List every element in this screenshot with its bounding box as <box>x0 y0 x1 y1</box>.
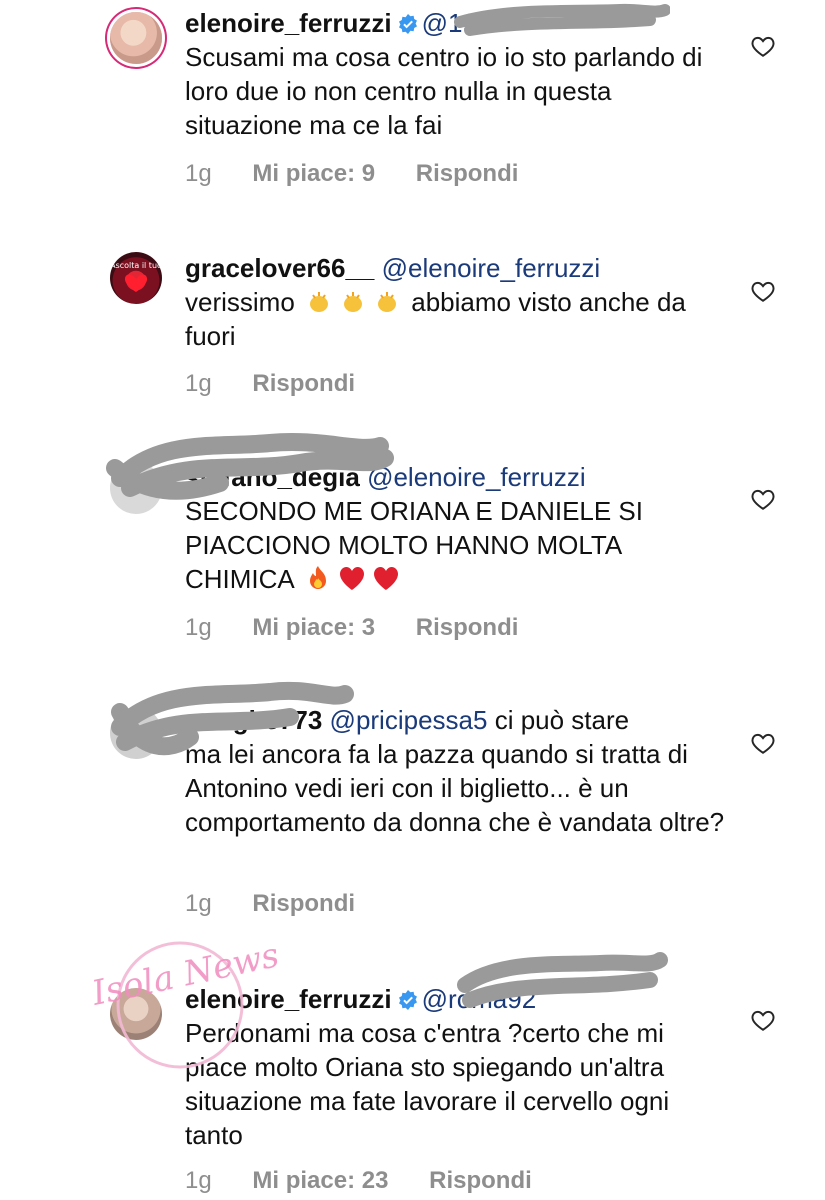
reply-button[interactable]: Rispondi <box>416 160 519 188</box>
comment-time: 1g <box>185 160 212 187</box>
comment-likes[interactable]: Mi piace: 3 <box>252 614 375 642</box>
comment-time: 1g <box>185 614 212 641</box>
comment-text: ma lei ancora fa la pazza quando si trat… <box>185 739 725 837</box>
comment-mention[interactable]: @roma92 <box>422 984 537 1014</box>
reply-button[interactable]: Rispondi <box>429 1167 532 1195</box>
comment-mention[interactable]: @pricipessa5 <box>330 705 488 735</box>
avatar[interactable] <box>110 462 162 514</box>
comment-time: 1g <box>185 370 212 397</box>
fire-icon <box>309 566 326 589</box>
comment-time: 1g <box>185 890 212 917</box>
verified-badge-icon <box>398 990 417 1010</box>
reply-button[interactable]: Rispondi <box>416 614 519 642</box>
comment-likes[interactable]: Mi piace: 23 <box>252 1167 388 1195</box>
comment-username[interactable]: elenoire_ferruzzi <box>185 8 392 38</box>
comment-meta: 1g Mi piace: 9 Rispondi <box>185 160 552 188</box>
comment-mention[interactable]: @elenoire_ferruzzi <box>367 462 586 492</box>
red-heart-icon <box>339 567 364 590</box>
comment-text: Perdonami ma cosa c'entra ?certo che mi … <box>185 1018 670 1150</box>
comment-mention[interactable]: @elenoire_ferruzzi <box>382 253 601 283</box>
reply-button[interactable]: Rispondi <box>252 890 355 918</box>
comment-text: ci può stare <box>494 705 630 735</box>
comment-username[interactable]: marghe773 <box>185 705 322 735</box>
avatar[interactable] <box>110 12 162 64</box>
clapping-hands-icon <box>310 292 329 312</box>
avatar[interactable]: Ascolta il tuo <box>110 252 162 304</box>
comment-text: SECONDO ME ORIANA E DANIELE SI PIACCIONO… <box>185 496 643 594</box>
comment-text: verissimo <box>185 287 295 317</box>
comment-meta: 1g Rispondi <box>185 370 389 398</box>
clapping-hands-icon <box>344 292 363 312</box>
reply-button[interactable]: Rispondi <box>252 370 355 398</box>
comment-username[interactable]: stefano_degia <box>185 462 360 492</box>
heart-outline-icon[interactable] <box>750 1007 776 1033</box>
heart-outline-icon[interactable] <box>750 33 776 59</box>
avatar-text: Ascolta il tuo <box>110 261 162 270</box>
clapping-hands-icon <box>378 292 397 312</box>
comment-username[interactable]: elenoire_ferruzzi <box>185 984 392 1014</box>
comment-text: Scusami ma cosa centro io io sto parland… <box>185 42 703 140</box>
comment-username[interactable]: gracelover66__ <box>185 253 374 283</box>
comment-mention[interactable]: @197 <box>422 8 492 38</box>
comment-time: 1g <box>185 1167 212 1194</box>
verified-badge-icon <box>398 14 417 34</box>
avatar[interactable] <box>110 707 162 759</box>
avatar[interactable] <box>110 988 162 1040</box>
heart-outline-icon[interactable] <box>750 278 776 304</box>
comment-meta: 1g Mi piace: 3 Rispondi <box>185 614 552 642</box>
comment-meta: 1g Rispondi <box>185 890 389 918</box>
heart-outline-icon[interactable] <box>750 730 776 756</box>
red-heart-icon <box>373 567 398 590</box>
comment-meta: 1g Mi piace: 23 Rispondi <box>185 1167 566 1195</box>
comment-likes[interactable]: Mi piace: 9 <box>252 160 375 188</box>
heart-outline-icon[interactable] <box>750 486 776 512</box>
avatar-heart-icon: Ascolta il tuo <box>110 261 162 292</box>
